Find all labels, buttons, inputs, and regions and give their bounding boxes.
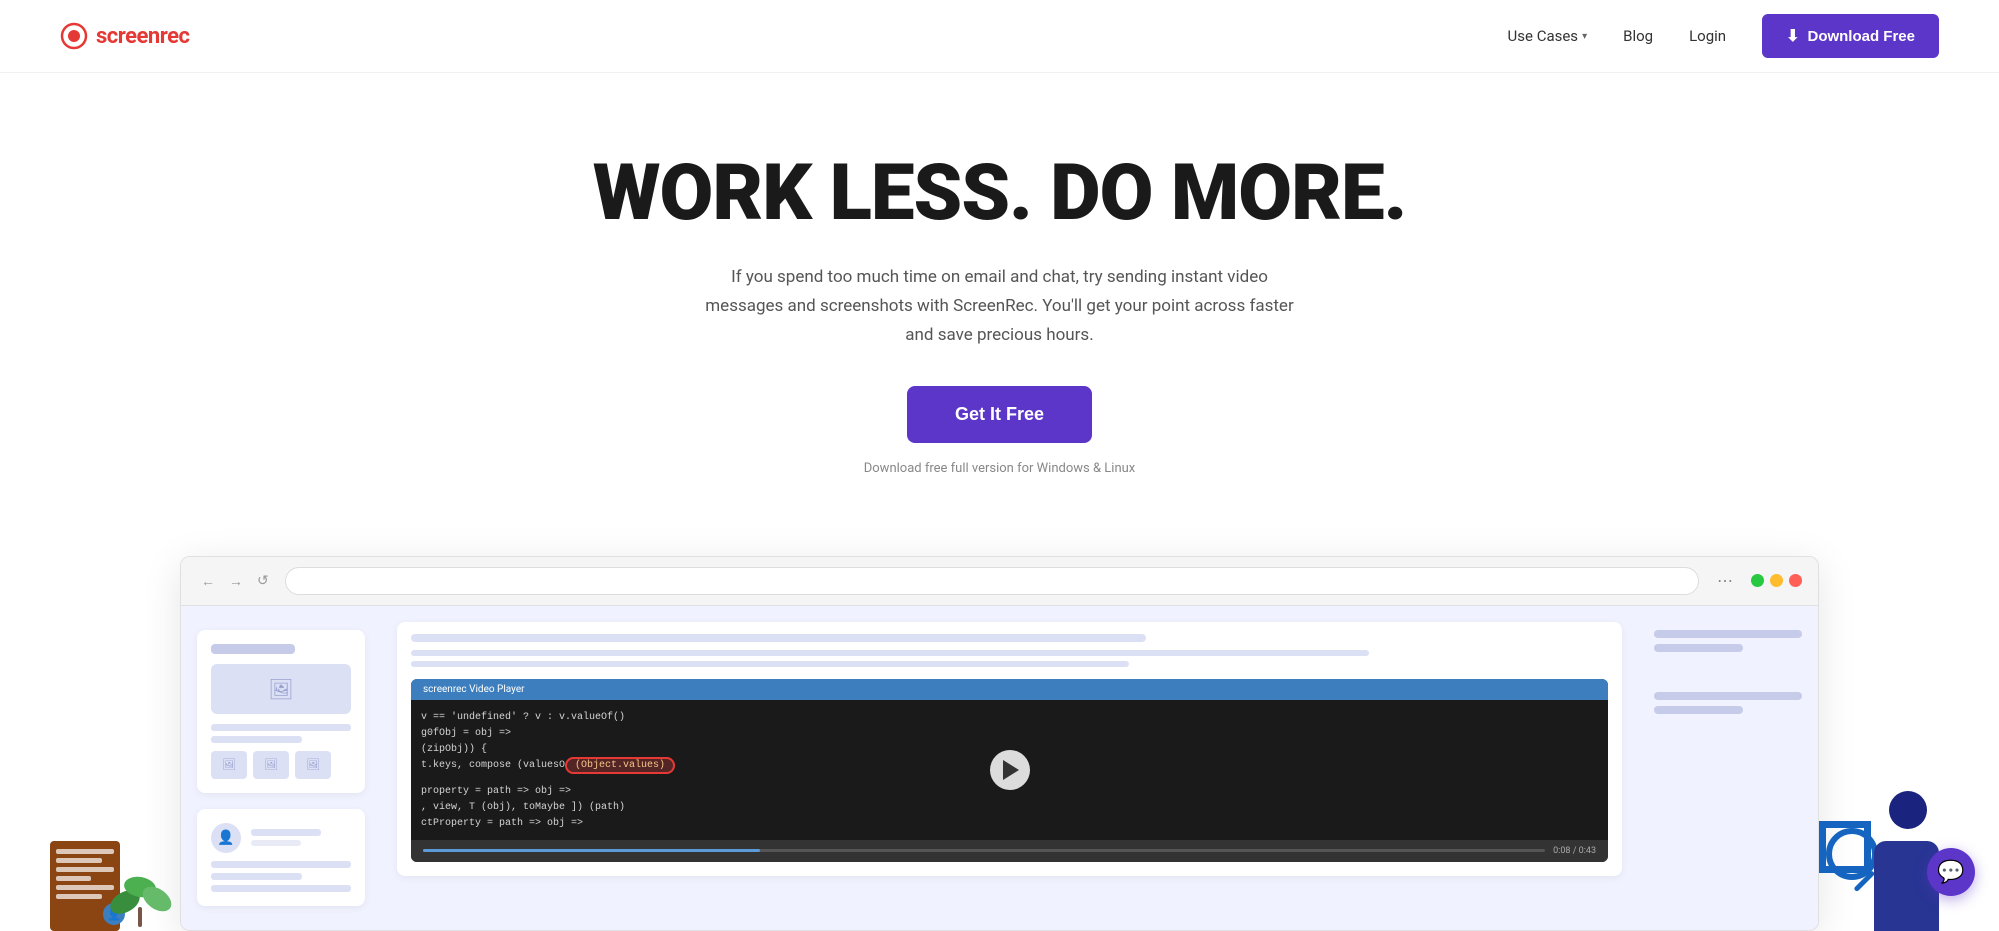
ui-thumbnail-1: 🖼 xyxy=(211,751,247,779)
play-triangle-icon xyxy=(1003,760,1019,780)
video-player-body: v == 'undefined' ? v : v.valueOf() g0fOb… xyxy=(411,700,1608,840)
center-header-line xyxy=(411,634,1146,642)
thumb-icon-3: 🖼 xyxy=(306,758,320,771)
profile-role-line xyxy=(251,840,301,846)
ui-card-lines xyxy=(211,724,351,743)
browser-traffic-lights xyxy=(1751,574,1802,587)
image-placeholder-icon: 🖼 xyxy=(268,677,293,701)
person-body xyxy=(1874,841,1939,931)
ui-card-line xyxy=(211,873,302,880)
browser-back-button[interactable]: ← xyxy=(197,571,219,591)
video-progress-bar: 0:08 / 0:43 xyxy=(411,840,1608,862)
profile-name-line xyxy=(251,829,321,836)
right-line xyxy=(1654,692,1802,700)
download-free-button[interactable]: ⬇ Download Free xyxy=(1762,14,1939,58)
ui-card-line xyxy=(211,861,351,868)
chat-bubble-button[interactable]: 💬 xyxy=(1927,848,1975,896)
thumb-icon-2: 🖼 xyxy=(264,758,278,771)
browser-topbar: ← → ↺ ⋯ xyxy=(181,557,1818,606)
progress-track[interactable] xyxy=(423,849,1545,852)
ui-thumbnail-2: 🖼 xyxy=(253,751,289,779)
browser-refresh-button[interactable]: ↺ xyxy=(253,570,273,591)
video-player-title-text: screenrec Video Player xyxy=(423,684,525,695)
right-line xyxy=(1654,630,1802,638)
right-line xyxy=(1654,644,1743,652)
browser-section: 👤 ← → ↺ ⋯ xyxy=(0,556,1999,931)
hero-cta-note: Download free full version for Windows &… xyxy=(570,461,1430,476)
ui-card-line xyxy=(211,736,302,743)
code-spacer xyxy=(421,774,675,784)
time-display: 0:08 / 0:43 xyxy=(1553,846,1596,856)
code-line-7: , view, T (obj), toMaybe ]) (path) xyxy=(421,800,675,816)
video-player: screenrec Video Player v == 'undefined' … xyxy=(411,679,1608,862)
thumb-icon-1: 🖼 xyxy=(222,758,236,771)
browser-right-panel xyxy=(1638,606,1818,930)
chevron-down-icon: ▾ xyxy=(1582,31,1587,42)
nav-use-cases[interactable]: Use Cases ▾ xyxy=(1508,27,1588,45)
magnifier-handle xyxy=(1853,870,1875,892)
browser-window: ← → ↺ ⋯ 🖼 xyxy=(180,556,1819,931)
traffic-light-green xyxy=(1751,574,1764,587)
browser-nav-buttons: ← → ↺ xyxy=(197,570,273,591)
code-line-6: property = path => obj => xyxy=(421,784,675,800)
center-text-lines xyxy=(411,650,1608,667)
person-head xyxy=(1889,791,1927,829)
right-line xyxy=(1654,706,1743,714)
profile-avatar: 👤 xyxy=(211,823,241,853)
browser-address-bar[interactable] xyxy=(285,567,1699,595)
code-line-8: ctProperty = path => obj => xyxy=(421,816,675,832)
ui-card-text-lines xyxy=(211,861,351,892)
progress-fill xyxy=(423,849,760,852)
navbar: screenrec Use Cases ▾ Blog Login ⬇ Downl… xyxy=(0,0,1999,73)
code-line-3: (zipObj)) { xyxy=(421,742,675,758)
ui-thumbnail-3: 🖼 xyxy=(295,751,331,779)
logo-text: screenrec xyxy=(96,24,189,49)
nav-login[interactable]: Login xyxy=(1689,27,1726,45)
right-lines-group-1 xyxy=(1654,630,1802,652)
floating-plant-illustration xyxy=(105,867,175,931)
ui-card-image: 🖼 xyxy=(211,664,351,714)
ui-card-line xyxy=(211,885,351,892)
logo-icon xyxy=(60,22,88,50)
ui-card-2: 👤 xyxy=(197,809,365,906)
profile-info xyxy=(251,829,351,846)
nav-links: Use Cases ▾ Blog Login ⬇ Download Free xyxy=(1508,14,1939,58)
code-line-1: v == 'undefined' ? v : v.valueOf() xyxy=(421,710,675,726)
get-it-free-button[interactable]: Get It Free xyxy=(907,386,1092,443)
chat-bubble-icon: 💬 xyxy=(1937,860,1964,885)
code-display: v == 'undefined' ? v : v.valueOf() g0fOb… xyxy=(421,710,675,832)
hero-section: WORK LESS. DO MORE. If you spend too muc… xyxy=(550,73,1450,516)
download-icon: ⬇ xyxy=(1786,26,1799,46)
browser-more-button[interactable]: ⋯ xyxy=(1711,569,1739,593)
right-spacer xyxy=(1654,662,1802,682)
traffic-light-red xyxy=(1789,574,1802,587)
nav-blog[interactable]: Blog xyxy=(1623,27,1653,45)
hero-title: WORK LESS. DO MORE. xyxy=(570,153,1430,235)
ui-card-thumbnails: 🖼 🖼 🖼 xyxy=(211,751,351,779)
logo[interactable]: screenrec xyxy=(60,22,189,50)
play-button[interactable] xyxy=(990,750,1030,790)
browser-forward-button[interactable]: → xyxy=(225,571,247,591)
traffic-light-yellow xyxy=(1770,574,1783,587)
center-line xyxy=(411,650,1369,656)
ui-card-header-line xyxy=(211,644,295,654)
browser-center-card: screenrec Video Player v == 'undefined' … xyxy=(397,622,1622,876)
browser-content: 🖼 🖼 🖼 🖼 xyxy=(181,606,1818,930)
code-highlight: (Object.values) xyxy=(565,757,675,774)
hero-subtitle: If you spend too much time on email and … xyxy=(700,263,1300,350)
ui-card-1: 🖼 🖼 🖼 🖼 xyxy=(197,630,365,793)
ui-card-line xyxy=(211,724,351,731)
browser-left-panel: 🖼 🖼 🖼 🖼 xyxy=(181,606,381,930)
browser-center-panel: screenrec Video Player v == 'undefined' … xyxy=(381,606,1638,930)
video-player-titlebar: screenrec Video Player xyxy=(411,679,1608,700)
magnifier-circle xyxy=(1819,821,1871,873)
center-line xyxy=(411,661,1129,667)
right-lines-group-2 xyxy=(1654,692,1802,714)
code-line-2: g0fObj = obj => xyxy=(421,726,675,742)
code-line-4: t.keys, compose (valuesO(Object.values) xyxy=(421,758,675,774)
